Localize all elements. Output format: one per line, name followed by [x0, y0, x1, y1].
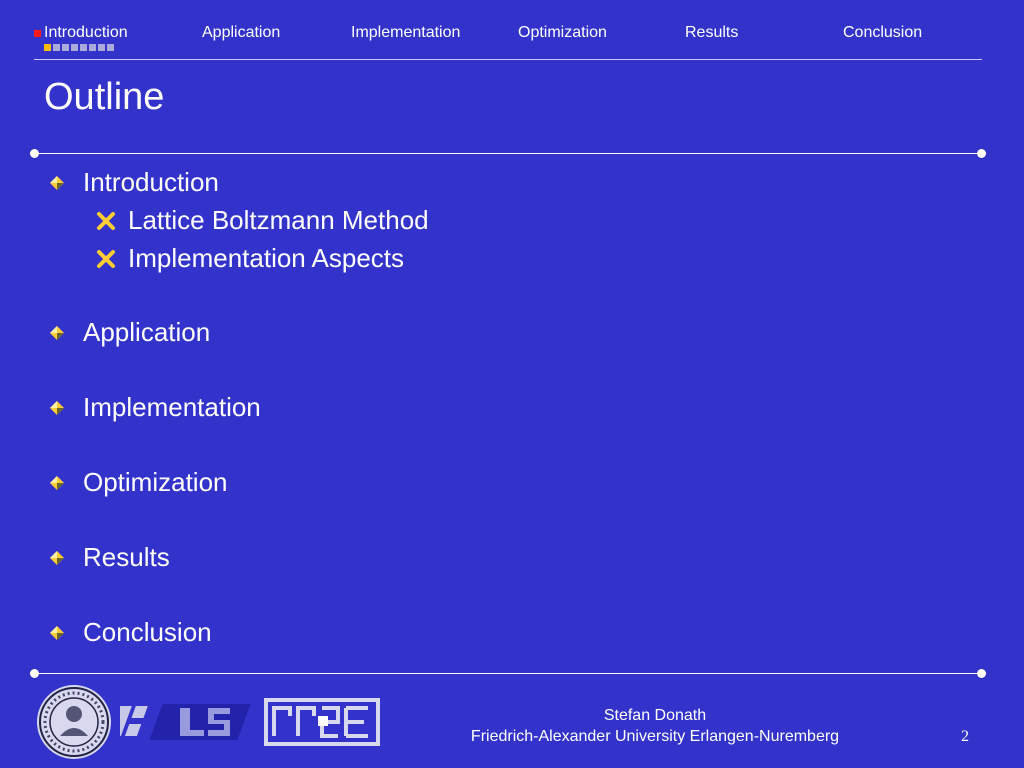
progress-square[interactable] — [89, 44, 96, 51]
slide-title: Outline — [44, 76, 165, 118]
nav-divider — [34, 59, 982, 60]
outline-item-label: Results — [83, 542, 170, 572]
progress-square[interactable] — [98, 44, 105, 51]
diamond-bullet-icon — [50, 626, 64, 640]
rrze-logo — [264, 698, 380, 746]
outline-item-label: Application — [83, 317, 211, 347]
outline-item-label: Conclusion — [83, 617, 212, 647]
footer-affiliation: Friedrich-Alexander University Erlangen-… — [470, 728, 840, 745]
nav-item-results[interactable]: Results — [685, 24, 738, 42]
diamond-bullet-icon — [50, 176, 64, 190]
title-rule — [30, 149, 986, 158]
diamond-bullet-icon — [50, 326, 64, 340]
page-number: 2 — [961, 728, 969, 745]
footer-rule — [30, 669, 986, 678]
progress-square-current[interactable] — [44, 44, 51, 51]
progress-square[interactable] — [62, 44, 69, 51]
rule-end-dot — [30, 149, 39, 158]
progress-square[interactable] — [53, 44, 60, 51]
nav-item-implementation[interactable]: Implementation — [351, 24, 460, 42]
progress-square[interactable] — [80, 44, 87, 51]
progress-square[interactable] — [107, 44, 114, 51]
x-mark-bullet-icon — [97, 250, 115, 268]
university-seal-logo — [37, 685, 111, 759]
nav-item-optimization[interactable]: Optimization — [518, 24, 607, 42]
outline-item-label: Introduction — [83, 167, 219, 197]
outline-item-label: Implementation — [83, 392, 261, 422]
diamond-bullet-icon — [50, 476, 64, 490]
outline-subitem-label: Lattice Boltzmann Method — [128, 205, 429, 235]
outline-subitem-label: Implementation Aspects — [128, 243, 405, 273]
diamond-bullet-icon — [50, 551, 64, 565]
nav-item-conclusion[interactable]: Conclusion — [843, 24, 922, 42]
x-mark-bullet-icon — [97, 212, 115, 230]
footer-author: Stefan Donath — [603, 707, 707, 724]
rule-end-dot — [977, 669, 986, 678]
diamond-bullet-icon — [50, 401, 64, 415]
rule-end-dot — [30, 669, 39, 678]
nav-item-introduction[interactable]: Introduction — [44, 24, 128, 42]
outline-item-label: Optimization — [83, 467, 228, 497]
section-nav: Introduction Application Implementation … — [0, 24, 1024, 44]
lss-logo — [120, 704, 251, 740]
rule-end-dot — [977, 149, 986, 158]
active-section-marker — [34, 30, 41, 37]
nav-item-application[interactable]: Application — [202, 24, 280, 42]
progress-square[interactable] — [71, 44, 78, 51]
